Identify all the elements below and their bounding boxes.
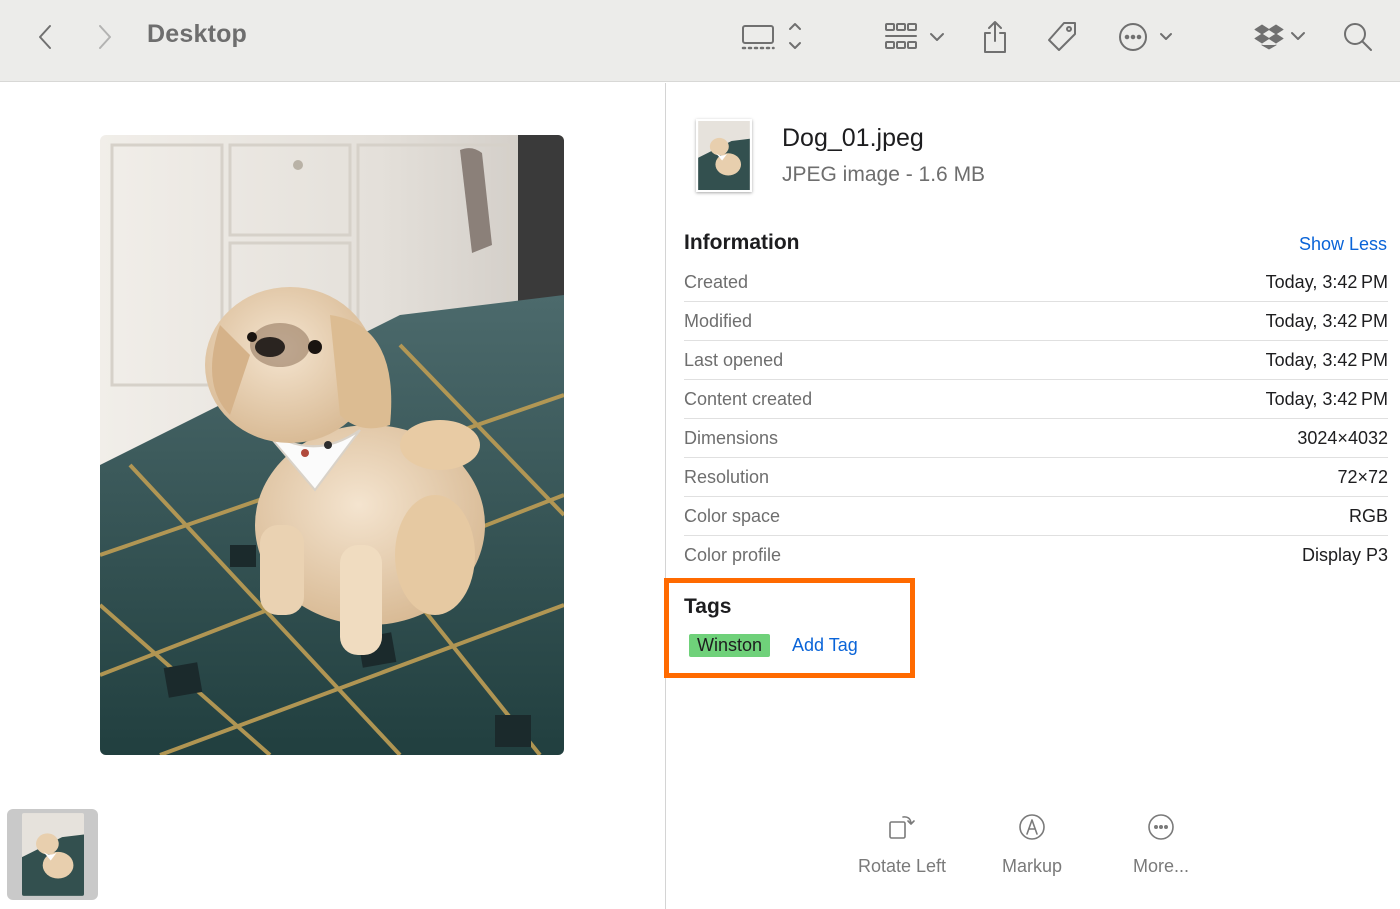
back-button[interactable] (30, 21, 60, 53)
info-label: Dimensions (684, 427, 779, 448)
file-icon (696, 119, 752, 192)
info-label: Modified (684, 310, 753, 331)
group-by-button[interactable] (882, 20, 948, 54)
tag-icon (1048, 22, 1076, 51)
info-label: Last opened (684, 349, 784, 370)
tags-heading: Tags (684, 595, 732, 618)
info-row-modified: Modified Today, 3:42 PM (684, 302, 1388, 341)
info-value: 72×72 (1337, 466, 1388, 487)
info-row-content-created: Content created Today, 3:42 PM (684, 380, 1388, 419)
tag-button[interactable] (1042, 18, 1082, 56)
file-kind-size: JPEG image - 1.6 MB (782, 163, 986, 186)
info-row-color-space: Color space RGB (684, 497, 1388, 536)
chevron-left-icon (39, 25, 51, 49)
tag-chip-winston[interactable]: Winston (689, 634, 771, 657)
pane-divider (665, 83, 666, 909)
share-button[interactable] (978, 18, 1012, 56)
more-actions-button[interactable] (1114, 18, 1178, 56)
tags-highlight-box (664, 578, 915, 678)
grid-menu-icon (885, 23, 944, 49)
info-value: Today, 3:42 PM (1265, 310, 1388, 331)
info-value: Today, 3:42 PM (1265, 388, 1388, 409)
info-label: Content created (684, 388, 813, 409)
dog-photo-image (100, 135, 564, 755)
info-label: Color space (684, 505, 781, 526)
rotate-left-label: Rotate Left (858, 856, 947, 876)
thumbnail-strip-item[interactable] (7, 809, 98, 900)
chevron-right-icon (99, 25, 111, 49)
info-value: 3024×4032 (1297, 427, 1388, 448)
gallery-view-button[interactable] (738, 20, 810, 54)
forward-button[interactable] (90, 21, 120, 53)
info-label: Created (684, 271, 749, 292)
info-value: Display P3 (1301, 545, 1388, 565)
file-thumbnail-image (698, 121, 750, 190)
more-label: More... (1133, 856, 1190, 876)
info-row-last-opened: Last opened Today, 3:42 PM (684, 341, 1388, 380)
info-row-dimensions: Dimensions 3024×4032 (684, 419, 1388, 458)
toolbar: Desktop (0, 0, 1400, 82)
search-icon (1344, 23, 1372, 51)
add-tag-button[interactable]: Add Tag (792, 634, 858, 657)
info-value: RGB (1348, 505, 1388, 526)
more-button[interactable]: More... (1133, 812, 1189, 877)
gallery-view-icon (741, 23, 801, 50)
info-label: Resolution (684, 466, 770, 487)
dropbox-button[interactable] (1252, 20, 1310, 54)
info-value: Today, 3:42 PM (1265, 349, 1388, 370)
info-row-created: Created Today, 3:42 PM (684, 263, 1388, 302)
rotate-left-icon (889, 816, 915, 839)
info-label: Color profile (684, 545, 782, 565)
ellipsis-circle-icon (1148, 814, 1174, 840)
markup-label: Markup (1002, 856, 1063, 876)
markup-button[interactable]: Markup (1002, 812, 1062, 877)
search-button[interactable] (1340, 19, 1376, 55)
dog-photo (100, 135, 564, 755)
share-icon (984, 21, 1006, 53)
info-row-color-profile: Color profile Display P3 (684, 536, 1388, 575)
show-less-link[interactable]: Show Less (1299, 234, 1387, 255)
rotate-left-button[interactable]: Rotate Left (858, 812, 946, 877)
information-list: Created Today, 3:42 PM Modified Today, 3… (684, 263, 1388, 575)
file-name: Dog_01.jpeg (782, 124, 924, 152)
info-value: Today, 3:42 PM (1265, 271, 1388, 292)
information-heading: Information (684, 231, 800, 254)
thumbnail-image (21, 813, 84, 896)
ellipsis-circle-icon (1119, 23, 1172, 51)
markup-pen-icon (1019, 814, 1045, 840)
info-row-resolution: Resolution 72×72 (684, 458, 1388, 497)
window-title: Desktop (147, 20, 248, 48)
dropbox-icon (1254, 24, 1305, 50)
